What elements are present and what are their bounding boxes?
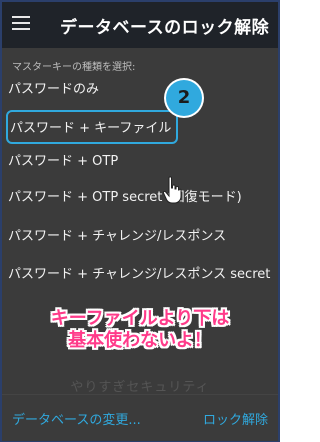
option-password-otp-secret[interactable]: パスワード + OTP secret (回復モード): [8, 184, 274, 212]
option-password-keyfile[interactable]: パスワード + キーファイル: [6, 110, 178, 144]
change-database-button[interactable]: データベースの変更...: [12, 409, 141, 428]
unlock-button[interactable]: ロック解除: [203, 409, 268, 428]
hamburger-icon[interactable]: [12, 16, 30, 32]
annotation-text: キーファイルより下は 基本使わないよ！: [2, 308, 278, 352]
watermark: やりすぎセキュリティ: [70, 380, 210, 395]
option-password-only[interactable]: パスワードのみ: [8, 76, 274, 104]
option-password-otp[interactable]: パスワード + OTP: [8, 148, 274, 176]
section-subtitle: マスターキーの種類を選択:: [12, 62, 136, 73]
content-area: マスターキーの種類を選択: パスワードのみ パスワード + キーファイル パスワ…: [2, 48, 278, 395]
page-title: データベースのロック解除: [60, 18, 270, 38]
app-window: データベースのロック解除 マスターキーの種類を選択: パスワードのみ パスワード…: [0, 0, 280, 442]
annotation-line-1: キーファイルより下は: [50, 308, 230, 329]
option-password-challenge-response[interactable]: パスワード + チャレンジ/レスポンス: [8, 223, 274, 251]
hand-cursor-icon: [162, 176, 182, 204]
option-password-challenge-response-secret[interactable]: パスワード + チャレンジ/レスポンス secret (回: [8, 261, 274, 289]
bottom-bar: データベースの変更... ロック解除: [2, 394, 278, 441]
annotation-line-2: 基本使わないよ！: [68, 330, 212, 351]
app-bar: データベースのロック解除: [2, 2, 278, 48]
step-badge: 2: [166, 80, 202, 116]
